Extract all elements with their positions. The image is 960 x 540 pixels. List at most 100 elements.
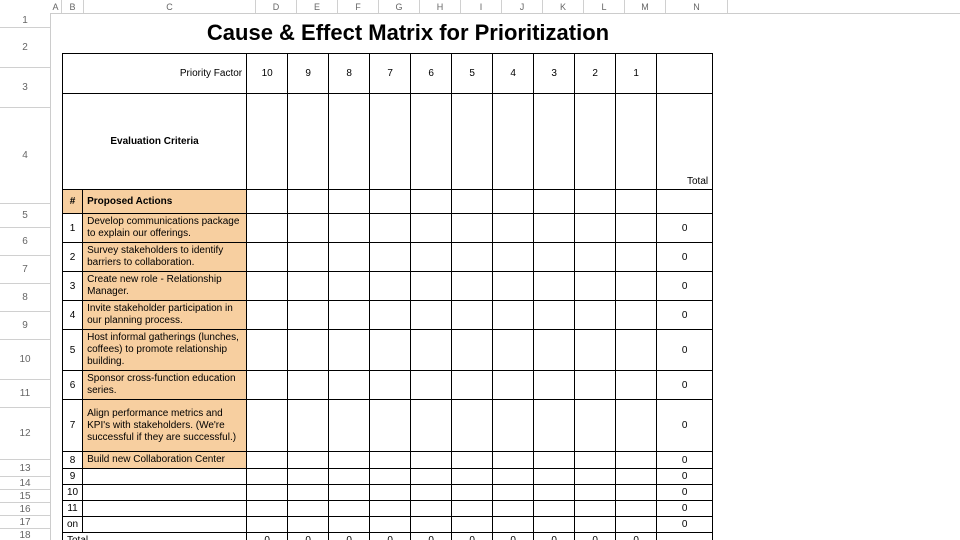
score-cell[interactable]: [370, 400, 411, 452]
col-header-D[interactable]: D: [256, 0, 297, 13]
ec-9[interactable]: [575, 94, 616, 190]
col-header-A[interactable]: A: [50, 0, 62, 13]
score-cell[interactable]: [411, 330, 452, 371]
score-cell[interactable]: [370, 371, 411, 400]
score-cell[interactable]: [534, 485, 575, 501]
score-cell[interactable]: [370, 485, 411, 501]
score-cell[interactable]: [575, 371, 616, 400]
h-f[interactable]: [329, 190, 370, 214]
score-cell[interactable]: [493, 301, 534, 330]
score-cell[interactable]: [329, 371, 370, 400]
pf-5[interactable]: 6: [411, 54, 452, 94]
score-cell[interactable]: [247, 272, 288, 301]
h-l[interactable]: [575, 190, 616, 214]
action-text[interactable]: Survey stakeholders to identify barriers…: [83, 243, 247, 272]
score-cell[interactable]: [288, 301, 329, 330]
score-cell[interactable]: [493, 214, 534, 243]
score-cell[interactable]: [288, 214, 329, 243]
score-cell[interactable]: [411, 485, 452, 501]
score-cell[interactable]: [616, 214, 657, 243]
score-cell[interactable]: [534, 330, 575, 371]
score-cell[interactable]: [329, 301, 370, 330]
score-cell[interactable]: [247, 501, 288, 517]
score-cell[interactable]: [411, 243, 452, 272]
h-m[interactable]: [616, 190, 657, 214]
pf-2[interactable]: 9: [288, 54, 329, 94]
score-cell[interactable]: [411, 301, 452, 330]
score-cell[interactable]: [452, 301, 493, 330]
score-cell[interactable]: [288, 517, 329, 533]
row-header-3[interactable]: 3: [0, 68, 50, 108]
score-cell[interactable]: [288, 330, 329, 371]
row-header-5[interactable]: 5: [0, 204, 50, 228]
pf-3[interactable]: 8: [329, 54, 370, 94]
score-cell[interactable]: [288, 243, 329, 272]
score-cell[interactable]: [452, 330, 493, 371]
score-cell[interactable]: [534, 469, 575, 485]
ec-5[interactable]: [411, 94, 452, 190]
score-cell[interactable]: [616, 301, 657, 330]
score-cell[interactable]: [575, 517, 616, 533]
score-cell[interactable]: [575, 469, 616, 485]
row-header-16[interactable]: 16: [0, 503, 50, 516]
score-cell[interactable]: [411, 272, 452, 301]
col-header-C[interactable]: C: [84, 0, 256, 13]
col-header-E[interactable]: E: [297, 0, 338, 13]
h-i[interactable]: [452, 190, 493, 214]
col-header-M[interactable]: M: [625, 0, 666, 13]
row-header-6[interactable]: 6: [0, 228, 50, 256]
col-header-N[interactable]: N: [666, 0, 728, 13]
score-cell[interactable]: [493, 243, 534, 272]
row-header-17[interactable]: 17: [0, 516, 50, 529]
row-header-15[interactable]: 15: [0, 490, 50, 503]
ec-4[interactable]: [370, 94, 411, 190]
pf-8[interactable]: 3: [534, 54, 575, 94]
row-header-8[interactable]: 8: [0, 284, 50, 312]
score-cell[interactable]: [534, 452, 575, 469]
row-header-9[interactable]: 9: [0, 312, 50, 340]
col-header-J[interactable]: J: [502, 0, 543, 13]
score-cell[interactable]: [329, 243, 370, 272]
score-cell[interactable]: [452, 371, 493, 400]
score-cell[interactable]: [493, 485, 534, 501]
h-h[interactable]: [411, 190, 452, 214]
score-cell[interactable]: [575, 485, 616, 501]
score-cell[interactable]: [370, 301, 411, 330]
score-cell[interactable]: [370, 469, 411, 485]
row-header-12[interactable]: 12: [0, 408, 50, 460]
score-cell[interactable]: [247, 469, 288, 485]
action-text[interactable]: [83, 501, 247, 517]
action-text[interactable]: Create new role - Relationship Manager.: [83, 272, 247, 301]
score-cell[interactable]: [452, 400, 493, 452]
row-header-18[interactable]: 18: [0, 529, 50, 540]
score-cell[interactable]: [616, 272, 657, 301]
ec-7[interactable]: [493, 94, 534, 190]
score-cell[interactable]: [247, 330, 288, 371]
score-cell[interactable]: [493, 452, 534, 469]
score-cell[interactable]: [534, 400, 575, 452]
score-cell[interactable]: [452, 452, 493, 469]
score-cell[interactable]: [288, 272, 329, 301]
action-text[interactable]: Host informal gatherings (lunches, coffe…: [83, 330, 247, 371]
score-cell[interactable]: [575, 501, 616, 517]
score-cell[interactable]: [411, 400, 452, 452]
score-cell[interactable]: [329, 452, 370, 469]
score-cell[interactable]: [493, 400, 534, 452]
ec-6[interactable]: [452, 94, 493, 190]
score-cell[interactable]: [452, 243, 493, 272]
h-k[interactable]: [534, 190, 575, 214]
action-text[interactable]: Invite stakeholder participation in our …: [83, 301, 247, 330]
h-e[interactable]: [288, 190, 329, 214]
score-cell[interactable]: [616, 517, 657, 533]
score-cell[interactable]: [452, 469, 493, 485]
score-cell[interactable]: [411, 517, 452, 533]
score-cell[interactable]: [288, 400, 329, 452]
score-cell[interactable]: [452, 485, 493, 501]
score-cell[interactable]: [247, 452, 288, 469]
col-header-G[interactable]: G: [379, 0, 420, 13]
h-g[interactable]: [370, 190, 411, 214]
row-header-10[interactable]: 10: [0, 340, 50, 380]
ec-3[interactable]: [329, 94, 370, 190]
score-cell[interactable]: [247, 214, 288, 243]
action-text[interactable]: Sponsor cross-function education series.: [83, 371, 247, 400]
